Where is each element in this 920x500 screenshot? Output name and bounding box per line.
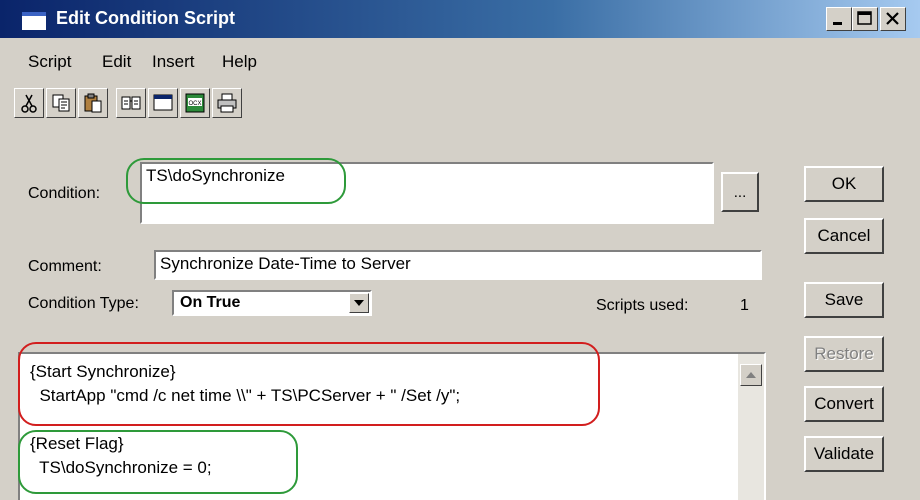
cut-icon[interactable] xyxy=(14,88,44,118)
menu-edit[interactable]: Edit xyxy=(102,52,131,72)
condition-type-label: Condition Type: xyxy=(28,295,139,312)
condition-type-value: On True xyxy=(180,294,241,311)
close-icon[interactable] xyxy=(880,7,906,31)
comment-field[interactable]: Synchronize Date-Time to Server xyxy=(154,250,762,280)
menu-help[interactable]: Help xyxy=(222,52,257,72)
window-icon xyxy=(22,12,46,30)
scripts-used-label: Scripts used: xyxy=(596,297,689,314)
code-line: StartApp "cmd /c net time \\" + TS\PCSer… xyxy=(30,386,461,405)
ocx-icon[interactable]: OCX xyxy=(180,88,210,118)
browse-button[interactable]: ... xyxy=(721,172,759,212)
title-bar[interactable]: Edit Condition Script xyxy=(0,0,920,38)
save-button[interactable]: Save xyxy=(804,282,884,318)
menu-script[interactable]: Script xyxy=(28,52,71,72)
comment-value: Synchronize Date-Time to Server xyxy=(160,254,411,273)
svg-text:OCX: OCX xyxy=(188,101,201,107)
scroll-up-icon[interactable] xyxy=(740,364,762,386)
scripts-used-count: 1 xyxy=(740,297,749,314)
ok-label: OK xyxy=(831,174,857,193)
validate-button[interactable]: Validate xyxy=(804,436,884,472)
find-icon[interactable] xyxy=(116,88,146,118)
condition-value: TS\doSynchronize xyxy=(146,166,285,185)
convert-label: Convert xyxy=(814,394,874,413)
browse-label: ... xyxy=(733,183,747,201)
validate-label: Validate xyxy=(813,444,875,463)
restore-button: Restore xyxy=(804,336,884,372)
code-line: {Reset Flag} xyxy=(30,434,124,453)
menu-insert[interactable]: Insert xyxy=(152,52,195,72)
script-editor[interactable]: {Start Synchronize} StartApp "cmd /c net… xyxy=(18,352,766,500)
window-icon[interactable] xyxy=(148,88,178,118)
condition-type-select[interactable]: On True xyxy=(172,290,372,316)
save-label: Save xyxy=(824,290,864,309)
restore-label: Restore xyxy=(814,344,874,363)
print-icon[interactable] xyxy=(212,88,242,118)
maximize-icon[interactable] xyxy=(852,7,878,31)
cancel-button[interactable]: Cancel xyxy=(804,218,884,254)
minimize-icon[interactable] xyxy=(826,7,852,31)
convert-button[interactable]: Convert xyxy=(804,386,884,422)
cancel-label: Cancel xyxy=(817,226,871,245)
comment-label: Comment: xyxy=(28,258,102,275)
copy-icon[interactable] xyxy=(46,88,76,118)
edit-condition-script-window: Edit Condition Script Script Edit Insert… xyxy=(0,0,920,500)
condition-field[interactable]: TS\doSynchronize xyxy=(140,162,714,224)
paste-icon[interactable] xyxy=(78,88,108,118)
code-line: TS\doSynchronize = 0; xyxy=(30,458,212,477)
condition-label: Condition: xyxy=(28,185,101,202)
code-line: {Start Synchronize} xyxy=(30,362,176,381)
window-title: Edit Condition Script xyxy=(56,8,235,28)
ok-button[interactable]: OK xyxy=(804,166,884,202)
chevron-down-icon[interactable] xyxy=(349,293,369,313)
editor-scrollbar[interactable] xyxy=(738,354,764,500)
